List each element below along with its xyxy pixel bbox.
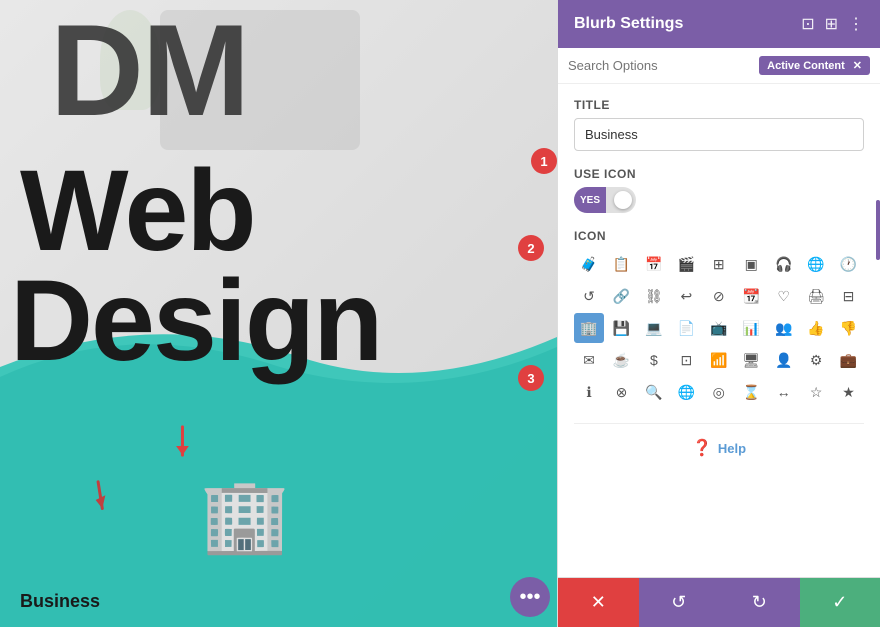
icon-cell-30[interactable]: ⊡ (671, 345, 701, 375)
panel-header: Blurb Settings ⊡ ⊞ ⋮ (558, 0, 880, 48)
preview-icon[interactable]: ⊡ (801, 14, 814, 34)
help-text[interactable]: Help (718, 441, 746, 456)
icon-cell-12[interactable]: ↩ (671, 281, 701, 311)
badge-3: 3 (518, 365, 544, 391)
icon-cell-0[interactable]: 🧳 (574, 249, 604, 279)
use-icon-field-group: Use Icon YES (574, 167, 864, 213)
icon-cell-6[interactable]: 🎧 (769, 249, 799, 279)
icon-cell-40[interactable]: ◎ (704, 377, 734, 407)
cancel-button[interactable]: ✕ (558, 578, 639, 627)
help-icon: ❓ (692, 438, 712, 458)
icon-cell-42[interactable]: ↔ (769, 377, 799, 407)
icon-cell-25[interactable]: 👍 (801, 313, 831, 343)
icon-cell-39[interactable]: 🌐 (671, 377, 701, 407)
icon-cell-43[interactable]: ☆ (801, 377, 831, 407)
icon-cell-15[interactable]: ♡ (769, 281, 799, 311)
icon-grid: 🧳📋📅🎬⊞▣🎧🌐🕐↺🔗⛓↩⊘📆♡🖨⊟🏢💾💻📄📺📊👥👍👎✉☕$⊡📶🖥👤⚙💼ℹ⊗🔍🌐… (574, 249, 864, 407)
icon-cell-36[interactable]: ℹ (574, 377, 604, 407)
icon-cell-4[interactable]: ⊞ (704, 249, 734, 279)
save-button[interactable]: ✓ (800, 578, 880, 627)
scroll-indicator[interactable] (876, 200, 880, 260)
icon-cell-10[interactable]: 🔗 (606, 281, 636, 311)
text-design: Design (10, 255, 381, 387)
icon-cell-44[interactable]: ★ (834, 377, 864, 407)
icon-cell-35[interactable]: 💼 (834, 345, 864, 375)
icon-cell-28[interactable]: ☕ (606, 345, 636, 375)
icon-cell-14[interactable]: 📆 (736, 281, 766, 311)
icon-cell-29[interactable]: $ (639, 345, 669, 375)
floating-action-button[interactable]: ••• (510, 577, 550, 617)
business-label: Business (20, 591, 100, 612)
icon-cell-32[interactable]: 🖥 (736, 345, 766, 375)
title-input[interactable] (574, 118, 864, 151)
use-icon-toggle-wrap: YES (574, 187, 864, 213)
icon-cell-41[interactable]: ⌛ (736, 377, 766, 407)
icon-cell-37[interactable]: ⊗ (606, 377, 636, 407)
icon-cell-16[interactable]: 🖨 (801, 281, 831, 311)
icon-cell-31[interactable]: 📶 (704, 345, 734, 375)
use-icon-toggle[interactable]: YES (574, 187, 636, 213)
undo-button[interactable]: ↺ (639, 578, 720, 627)
icon-cell-3[interactable]: 🎬 (671, 249, 701, 279)
title-field-group: Title (574, 98, 864, 151)
icon-cell-21[interactable]: 📄 (671, 313, 701, 343)
help-section: ❓ Help (574, 423, 864, 466)
icon-cell-17[interactable]: ⊟ (834, 281, 864, 311)
panel-title: Blurb Settings (574, 15, 683, 33)
icon-cell-19[interactable]: 💾 (606, 313, 636, 343)
panel-header-icons: ⊡ ⊞ ⋮ (801, 14, 864, 34)
badge-close-icon[interactable]: ✕ (853, 59, 862, 72)
title-field-label: Title (574, 98, 864, 112)
icon-cell-33[interactable]: 👤 (769, 345, 799, 375)
panel-body: Title Use Icon YES Icon 🧳📋📅🎬⊞▣🎧🌐🕐↺🔗⛓↩⊘📆♡… (558, 84, 880, 577)
icon-cell-5[interactable]: ▣ (736, 249, 766, 279)
icon-picker-group: Icon 🧳📋📅🎬⊞▣🎧🌐🕐↺🔗⛓↩⊘📆♡🖨⊟🏢💾💻📄📺📊👥👍👎✉☕$⊡📶🖥👤⚙… (574, 229, 864, 407)
panel-footer: ✕ ↺ ↻ ✓ (558, 577, 880, 627)
icon-cell-23[interactable]: 📊 (736, 313, 766, 343)
layout-icon[interactable]: ⊞ (825, 14, 838, 34)
text-dm: DM (50, 5, 248, 135)
icon-cell-34[interactable]: ⚙ (801, 345, 831, 375)
search-bar: Active Content ✕ (558, 48, 880, 84)
settings-panel: Blurb Settings ⊡ ⊞ ⋮ Active Content ✕ Ti… (557, 0, 880, 627)
icon-cell-8[interactable]: 🕐 (834, 249, 864, 279)
icon-cell-27[interactable]: ✉ (574, 345, 604, 375)
icon-cell-18[interactable]: 🏢 (574, 313, 604, 343)
toggle-yes-label: YES (574, 187, 606, 213)
icon-cell-2[interactable]: 📅 (639, 249, 669, 279)
icon-cell-20[interactable]: 💻 (639, 313, 669, 343)
use-icon-label: Use Icon (574, 167, 864, 181)
badge-1: 1 (531, 148, 557, 174)
icon-cell-22[interactable]: 📺 (704, 313, 734, 343)
badge-2: 2 (518, 235, 544, 261)
icon-field-label: Icon (574, 229, 864, 243)
search-input[interactable] (568, 58, 751, 73)
icon-cell-7[interactable]: 🌐 (801, 249, 831, 279)
canvas-area: DM Web Design 🏢 Business 1 2 3 (0, 0, 557, 627)
icon-cell-9[interactable]: ↺ (574, 281, 604, 311)
active-content-badge[interactable]: Active Content ✕ (759, 56, 870, 75)
building-icon: 🏢 (200, 480, 290, 552)
icon-cell-24[interactable]: 👥 (769, 313, 799, 343)
redo-button[interactable]: ↻ (719, 578, 800, 627)
icon-cell-11[interactable]: ⛓ (639, 281, 669, 311)
icon-cell-1[interactable]: 📋 (606, 249, 636, 279)
icon-cell-13[interactable]: ⊘ (704, 281, 734, 311)
toggle-knob (614, 191, 632, 209)
icon-cell-38[interactable]: 🔍 (639, 377, 669, 407)
icon-cell-26[interactable]: 👎 (834, 313, 864, 343)
more-icon[interactable]: ⋮ (848, 14, 864, 34)
